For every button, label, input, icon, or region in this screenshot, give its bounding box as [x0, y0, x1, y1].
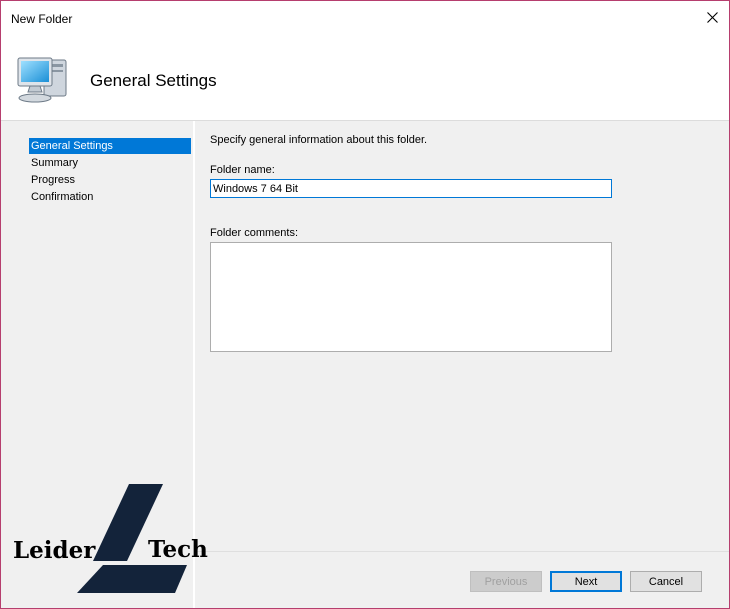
- window-title: New Folder: [11, 12, 73, 26]
- logo-text-left: Leider: [13, 537, 96, 564]
- close-button[interactable]: [695, 1, 729, 34]
- leidertech-logo: Leider Tech: [11, 481, 221, 596]
- step-general-settings[interactable]: General Settings: [29, 138, 191, 154]
- wizard-header: General Settings: [1, 34, 729, 121]
- logo-text-right: Tech: [148, 536, 208, 563]
- previous-button[interactable]: Previous: [470, 571, 542, 592]
- page-description: Specify general information about this f…: [210, 134, 428, 146]
- wizard-content: Specify general information about this f…: [196, 121, 729, 551]
- folder-comments-label: Folder comments:: [210, 227, 299, 239]
- computer-icon: [17, 57, 67, 103]
- title-bar: New Folder: [1, 1, 729, 34]
- step-summary[interactable]: Summary: [29, 155, 191, 171]
- next-button[interactable]: Next: [550, 571, 622, 592]
- page-title: General Settings: [90, 71, 217, 90]
- cancel-button[interactable]: Cancel: [630, 571, 702, 592]
- folder-name-label: Folder name:: [210, 164, 275, 176]
- new-folder-dialog: New Folder General Settings General Sett…: [0, 0, 730, 609]
- folder-name-input[interactable]: [210, 179, 612, 198]
- footer-divider: [196, 551, 729, 552]
- folder-comments-textarea[interactable]: [210, 242, 612, 352]
- step-confirmation[interactable]: Confirmation: [29, 189, 191, 205]
- step-progress[interactable]: Progress: [29, 172, 191, 188]
- close-icon: [706, 12, 718, 23]
